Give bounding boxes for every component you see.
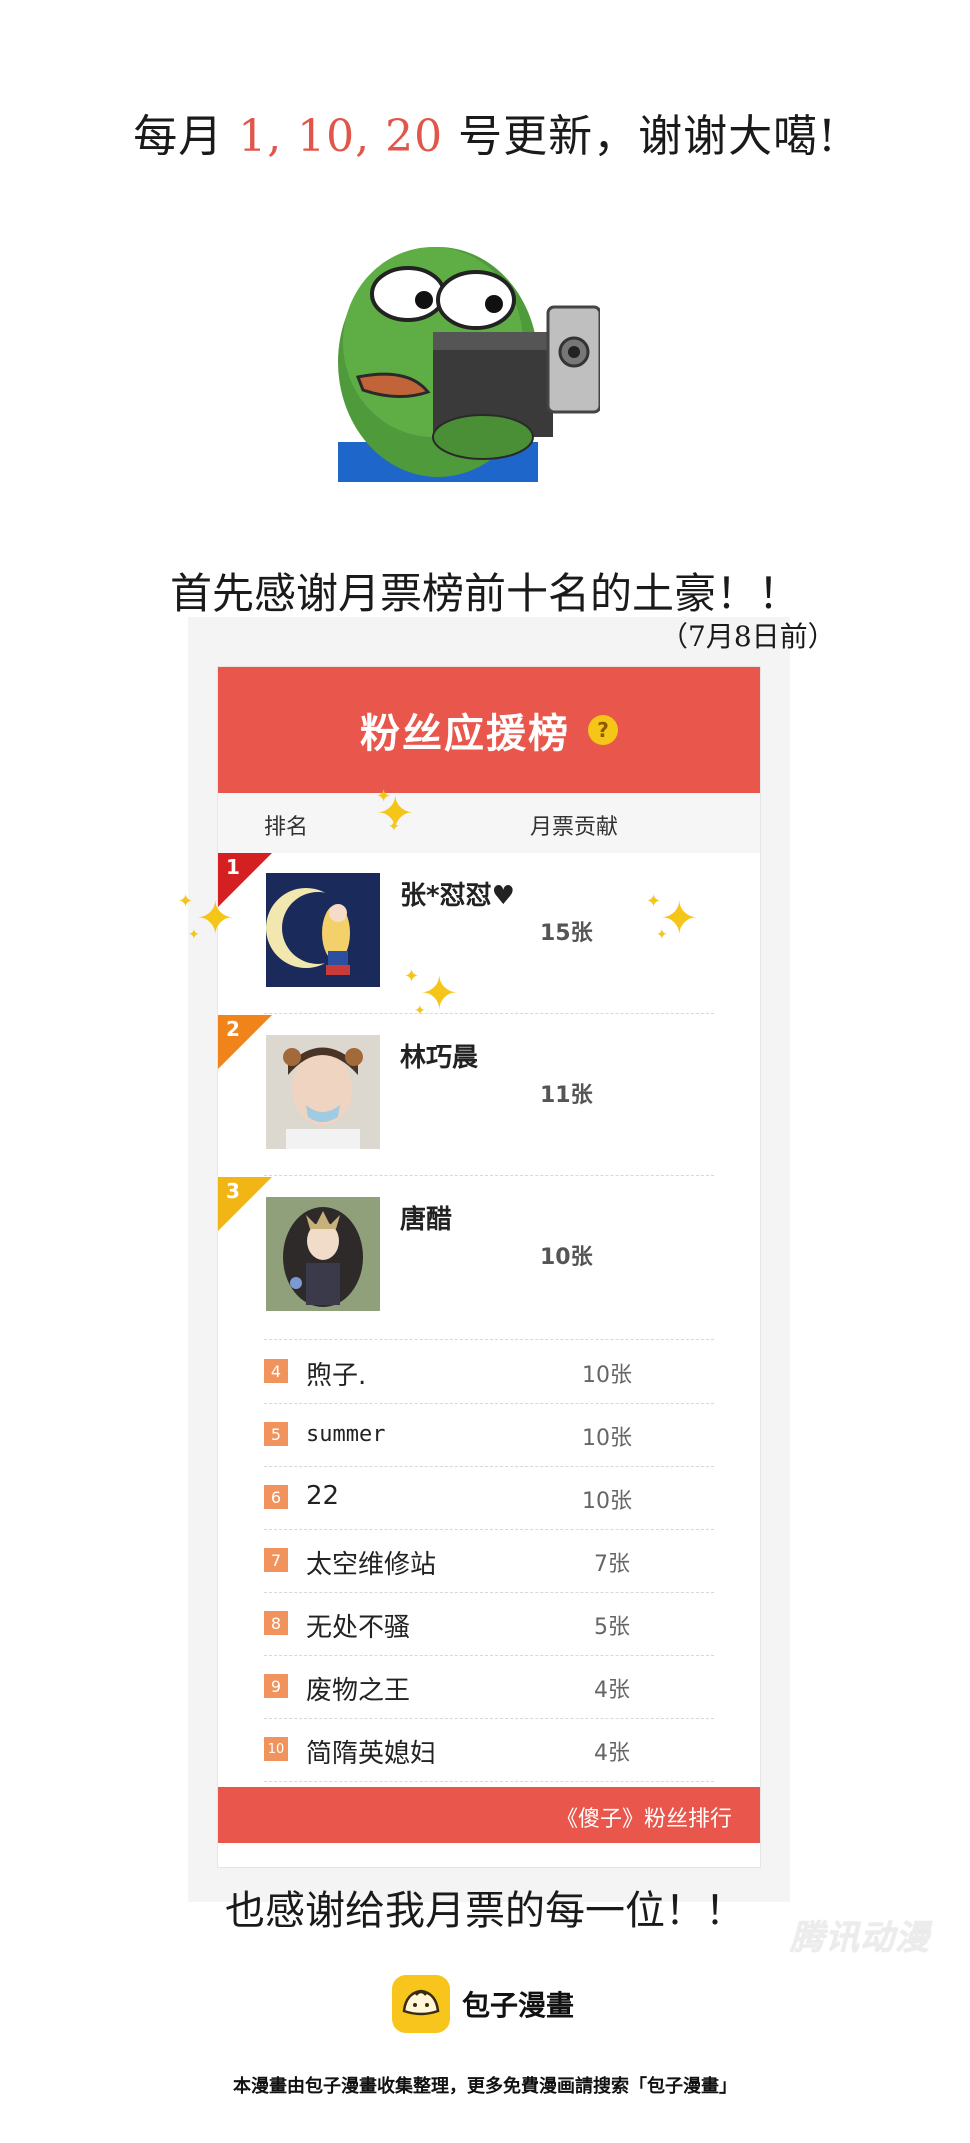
vote-count: 4张 xyxy=(594,1741,630,1766)
rank-badge: 5 xyxy=(264,1422,288,1446)
fan-name: summer xyxy=(306,1422,386,1447)
update-prefix: 每月 xyxy=(133,111,239,162)
thanks-top-heading: 首先感谢月票榜前十名的土豪！！ xyxy=(169,569,800,618)
footer-note: 本漫畫由包子漫畫收集整理，更多免費漫画請搜索「包子漫畫」 xyxy=(233,2076,737,2097)
sparkle-icon: ✦ xyxy=(646,891,662,912)
frog-gun-meme-image xyxy=(338,247,600,482)
column-header: 排名 月票贡献 xyxy=(218,793,760,853)
sparkle-icon: ✦ xyxy=(196,891,235,945)
vote-count: 10张 xyxy=(540,1245,593,1270)
list-item[interactable]: 4 煦子. 10张 xyxy=(264,1341,714,1403)
rank-badge: 4 xyxy=(264,1359,288,1383)
row-divider xyxy=(264,1175,714,1176)
update-dates: 1, 10, 20 xyxy=(238,111,444,162)
update-suffix: 号更新，谢谢大噶! xyxy=(443,111,837,162)
update-schedule-text: 每月 1, 10, 20 号更新，谢谢大噶! xyxy=(0,100,970,164)
vote-count: 4张 xyxy=(594,1678,630,1703)
top-rank-row-3[interactable]: 3 唐醋 10张 xyxy=(218,1177,760,1339)
column-rank-label: 排名 xyxy=(264,815,309,840)
board-title: 粉丝应援榜 xyxy=(360,711,570,757)
rank-badge: 9 xyxy=(264,1674,288,1698)
list-item[interactable]: 8 无处不骚 5张 xyxy=(264,1593,714,1655)
row-divider xyxy=(264,1339,714,1340)
date-note: （7月8日前） xyxy=(660,620,836,653)
rank-number: 1 xyxy=(226,855,240,879)
sparkle-icon: ✦ xyxy=(414,1003,426,1019)
sparkle-icon: ✦ xyxy=(188,927,200,943)
fan-name: 林巧晨 xyxy=(400,1043,479,1073)
list-item[interactable]: 5 summer 10张 xyxy=(264,1404,714,1466)
help-icon[interactable]: ? xyxy=(588,715,618,745)
board-footer-link[interactable]: 《傻子》粉丝排行 xyxy=(556,1801,732,1833)
baozi-logo-icon xyxy=(392,1975,450,2033)
tencent-watermark: 腾讯动漫 xyxy=(790,1918,930,1958)
fan-name: 煦子. xyxy=(306,1361,367,1391)
fan-name: 太空维修站 xyxy=(306,1550,437,1580)
list-item[interactable]: 10 简隋英媳妇 4张 xyxy=(264,1719,714,1781)
sparkle-icon: ✦ xyxy=(388,819,400,835)
rank-badge: 6 xyxy=(264,1485,288,1509)
sparkle-icon: ✦ xyxy=(404,966,420,987)
top-rank-row-2[interactable]: 2 林巧晨 11张 xyxy=(218,1015,760,1177)
brand-logo-block[interactable]: 包子漫畫 xyxy=(392,1975,574,2033)
board-header: 粉丝应援榜 ? xyxy=(218,667,760,793)
row-divider xyxy=(264,1781,714,1782)
vote-count: 7张 xyxy=(594,1552,630,1577)
rank-number: 3 xyxy=(226,1179,240,1203)
brand-name: 包子漫畫 xyxy=(462,1989,575,2022)
fan-name: 张*怼怼♥ xyxy=(400,881,515,911)
list-item[interactable]: 6 22 10张 xyxy=(264,1467,714,1529)
vote-count: 11张 xyxy=(540,1083,593,1108)
avatar[interactable] xyxy=(266,873,380,987)
rank-number: 2 xyxy=(226,1017,240,1041)
rank-badge: 8 xyxy=(264,1611,288,1635)
column-votes-label: 月票贡献 xyxy=(530,815,619,840)
fan-support-board: 粉丝应援榜 ? 排名 月票贡献 1 张*怼怼♥ 15张 2 林巧晨 11张 3 … xyxy=(218,667,760,1867)
vote-count: 10张 xyxy=(582,1363,632,1388)
fan-name: 22 xyxy=(306,1481,340,1511)
vote-count: 5张 xyxy=(594,1615,630,1640)
list-item[interactable]: 7 太空维修站 7张 xyxy=(264,1530,714,1592)
sparkle-icon: ✦ xyxy=(656,927,668,943)
sparkle-icon: ✦ xyxy=(178,891,194,912)
list-item[interactable]: 9 废物之王 4张 xyxy=(264,1656,714,1718)
rank-badge: 7 xyxy=(264,1548,288,1572)
fan-name: 无处不骚 xyxy=(306,1613,411,1643)
avatar[interactable] xyxy=(266,1197,380,1311)
row-divider xyxy=(264,1013,714,1014)
vote-count: 10张 xyxy=(582,1426,632,1451)
sparkle-icon: ✦ xyxy=(376,786,392,807)
fan-name: 简隋英媳妇 xyxy=(306,1739,437,1769)
rank-badge: 10 xyxy=(264,1737,288,1761)
fan-name: 废物之王 xyxy=(306,1676,411,1706)
fan-name: 唐醋 xyxy=(400,1205,453,1235)
vote-count: 10张 xyxy=(582,1489,632,1514)
board-footer[interactable]: 《傻子》粉丝排行 xyxy=(218,1787,760,1843)
avatar[interactable] xyxy=(266,1035,380,1149)
vote-count: 15张 xyxy=(540,921,593,946)
